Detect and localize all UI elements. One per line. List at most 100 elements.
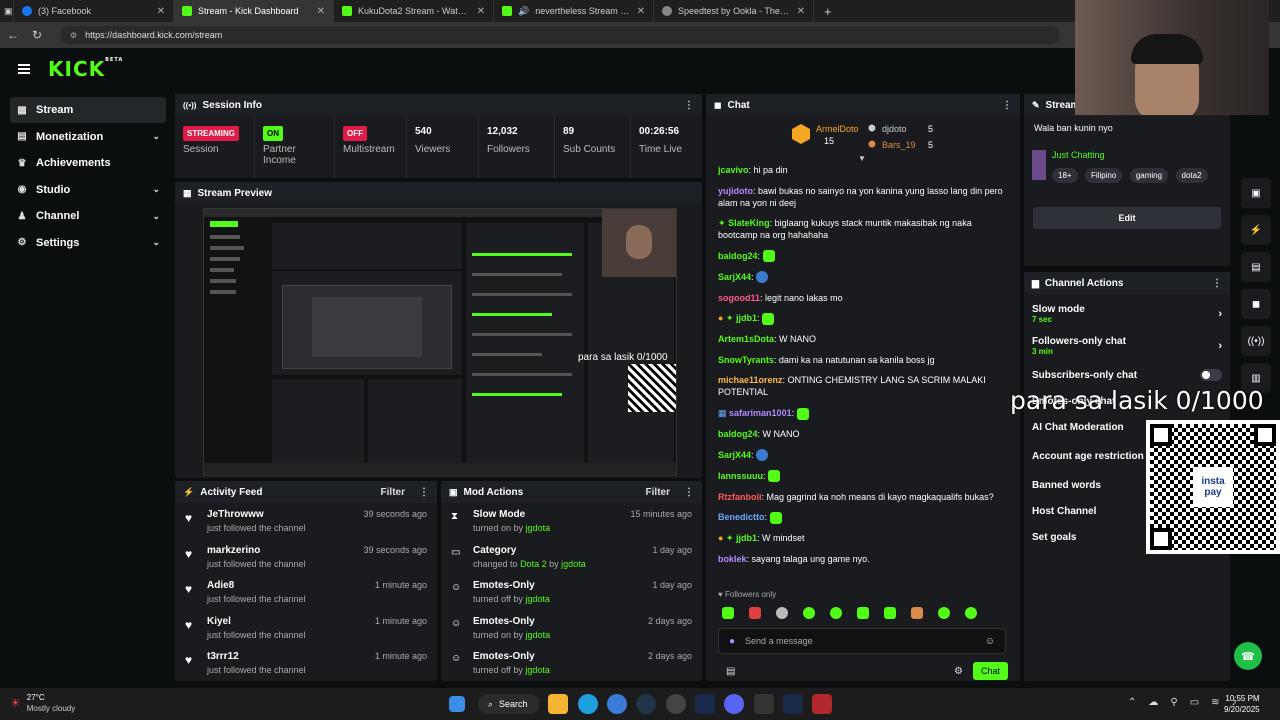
wifi-icon[interactable]: ≋ [1211,697,1219,708]
app-icon[interactable] [607,694,627,714]
close-icon[interactable]: ✕ [157,6,165,17]
obs-icon[interactable] [666,694,686,714]
browser-tab-nevertheless[interactable]: 🔊 nevertheless Stream - Watch ✕ [494,0,654,22]
sidebar-item-stream[interactable]: ▦ Stream [10,97,166,123]
chat-username[interactable]: safariman1001 [729,408,792,418]
back-icon[interactable]: ← [6,28,20,42]
close-icon[interactable]: ✕ [637,6,645,17]
tab-overview-icon[interactable]: ▣ [0,0,14,22]
tag[interactable]: dota2 [1175,168,1208,183]
filter-button[interactable]: Filter [381,487,405,498]
chat-bubble-icon[interactable]: ◼ [1241,289,1271,319]
camera-icon[interactable]: ▣ [1241,178,1271,208]
lightning-icon[interactable]: ⚡ [1241,215,1271,245]
chat-username[interactable]: lannssuuu [718,471,763,481]
emote-icon[interactable] [830,607,842,619]
chat-username[interactable]: jcavivo [718,165,749,175]
tag[interactable]: gaming [1129,168,1169,183]
chat-username[interactable]: Artem1sDota [718,334,774,344]
tag[interactable]: 18+ [1052,168,1078,183]
mod-user[interactable]: jgdota [526,523,551,533]
document-icon[interactable]: ▤ [1241,252,1271,282]
url-field[interactable]: ⚙ https://dashboard.kick.com/stream [60,26,1060,44]
activity-user[interactable]: markzerino [207,545,306,556]
chat-username[interactable]: baldog24 [718,429,758,439]
mod-user[interactable]: jgdota [561,559,586,569]
emote-icon[interactable] [911,607,923,619]
browser-tab-facebook[interactable]: (3) Facebook ✕ [14,0,174,22]
tag[interactable]: Filipino [1085,168,1123,183]
chat-send-button[interactable]: Chat [972,662,1008,680]
more-options-icon[interactable]: ⋮ [1002,100,1012,111]
taskbar-search[interactable]: ⌕ Search [478,694,540,714]
gift-icon[interactable]: ▤ [726,666,735,677]
chat-username[interactable]: jjdb1 [736,313,757,323]
sidebar-item-studio[interactable]: ◉ Studio ⌄ [10,177,166,203]
dota-icon[interactable] [812,694,832,714]
windows-start-icon[interactable] [449,696,465,712]
activity-user[interactable]: Adie8 [207,580,306,591]
terminal-icon[interactable] [754,694,774,714]
app-icon[interactable] [695,694,715,714]
subscribers-only-toggle[interactable] [1200,369,1222,381]
emoji-icon[interactable]: ☺ [985,636,995,647]
chat-username[interactable]: jjdb1 [736,533,757,543]
mod-target[interactable]: Dota 2 [520,559,547,569]
emote-icon[interactable] [857,607,869,619]
sidebar-item-channel[interactable]: ♟ Channel ⌄ [10,203,166,229]
category-name[interactable]: Just Chatting [1052,150,1222,160]
close-icon[interactable]: ✕ [317,6,325,17]
chat-username[interactable]: SnowTyrants [718,355,774,365]
leader-name[interactable]: Bars_19 [882,140,916,150]
emote-icon[interactable] [884,607,896,619]
chat-username[interactable]: SlateKing [728,218,770,228]
emote-icon[interactable] [722,607,734,619]
sidebar-item-settings[interactable]: ⚙ Settings ⌄ [10,230,166,256]
sidebar-item-monetization[interactable]: ▤ Monetization ⌄ [10,124,166,150]
kick-logo[interactable]: KICKBETA [48,57,123,81]
reload-icon[interactable]: ↻ [30,28,44,42]
cloud-icon[interactable]: ☁ [1148,697,1158,708]
file-explorer-icon[interactable] [548,694,568,714]
chat-username[interactable]: sogood11 [718,293,760,303]
slow-mode-item[interactable]: Slow mode 7 sec › [1024,298,1230,330]
chat-username[interactable]: baldog24 [718,251,758,261]
chat-username[interactable]: SarjX44 [718,450,751,460]
browser-tab-speedtest[interactable]: Speedtest by Ookla - The Global ✕ [654,0,814,22]
filter-button[interactable]: Filter [646,487,670,498]
close-icon[interactable]: ✕ [797,6,805,17]
more-options-icon[interactable]: ⋮ [684,100,694,111]
activity-user[interactable]: JeThrowww [207,509,306,520]
discord-icon[interactable] [724,694,744,714]
subscribers-only-item[interactable]: Subscribers-only chat [1024,362,1230,388]
microphone-icon[interactable]: ⚲ [1170,697,1177,708]
emote-icon[interactable] [965,607,977,619]
chat-username[interactable]: boklek [718,554,747,564]
monitor-icon[interactable]: ▭ [1190,697,1199,708]
chat-username[interactable]: yujidoto [718,186,753,196]
broadcast-icon[interactable]: ((•)) [1241,326,1271,356]
gear-icon[interactable]: ⚙ [954,666,963,677]
leader-name[interactable]: djdoto [882,124,907,134]
emote-icon[interactable] [938,607,950,619]
chat-username[interactable]: Benedictto [718,512,765,522]
hamburger-menu-icon[interactable] [18,64,30,74]
emote-icon[interactable] [776,607,788,619]
sidebar-item-achievements[interactable]: ♛ Achievements [10,150,166,176]
chevron-up-icon[interactable]: ⌃ [1128,697,1136,708]
clock[interactable]: 10:55 PM 9/20/2025 [1224,693,1260,715]
mod-user[interactable]: jgdota [525,665,550,675]
help-chat-button[interactable]: ☎ [1234,642,1262,670]
emote-icon[interactable] [803,607,815,619]
stream-preview-video[interactable]: para sa lasik 0/1000 [203,208,677,476]
more-options-icon[interactable]: ⋮ [419,487,429,498]
expand-icon[interactable]: ▼ [858,154,866,163]
more-options-icon[interactable]: ⋮ [1212,278,1222,289]
activity-user[interactable]: t3rrr12 [207,651,306,662]
chat-username[interactable]: SarjX44 [718,272,751,282]
followers-only-item[interactable]: Followers-only chat 3 min › [1024,330,1230,362]
chat-username[interactable]: Rtzfanboii [718,492,762,502]
microphone-icon[interactable]: ● [729,636,735,647]
mod-user[interactable]: jgdota [526,630,551,640]
new-tab-icon[interactable]: + [814,4,832,19]
